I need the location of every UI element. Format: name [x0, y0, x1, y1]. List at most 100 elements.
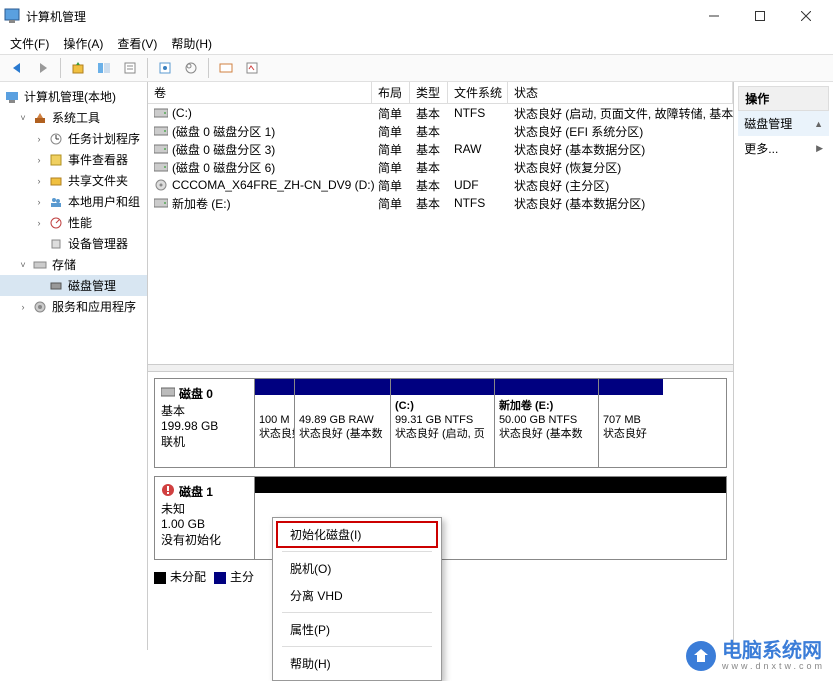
ctx-detach-vhd[interactable]: 分离 VHD — [276, 582, 438, 609]
tree-storage-label: 存储 — [52, 256, 76, 273]
volume-row[interactable]: CCCOMA_X64FRE_ZH-CN_DV9 (D:)简单基本UDF状态良好 … — [148, 176, 733, 194]
menu-help[interactable]: 帮助(H) — [169, 34, 214, 53]
volume-row[interactable]: (磁盘 0 磁盘分区 1)简单基本状态良好 (EFI 系统分区) — [148, 122, 733, 140]
volume-row[interactable]: (磁盘 0 磁盘分区 3)简单基本RAW状态良好 (基本数据分区) — [148, 140, 733, 158]
up-button[interactable] — [67, 57, 89, 79]
volume-fs: NTFS — [454, 106, 514, 120]
volume-row[interactable]: (C:)简单基本NTFS状态良好 (启动, 页面文件, 故障转储, 基本 — [148, 104, 733, 122]
disk-0-state: 联机 — [161, 433, 248, 450]
actions-pane: 操作 磁盘管理▲ 更多...▶ — [734, 82, 833, 650]
expand-icon[interactable]: › — [34, 218, 44, 228]
help-button[interactable] — [180, 57, 202, 79]
close-button[interactable] — [783, 1, 829, 31]
expand-icon[interactable]: › — [34, 134, 44, 144]
maximize-button[interactable] — [737, 1, 783, 31]
ctx-help[interactable]: 帮助(H) — [276, 650, 438, 677]
ctx-properties[interactable]: 属性(P) — [276, 616, 438, 643]
menu-view[interactable]: 查看(V) — [115, 34, 159, 53]
tree-diskmgmt[interactable]: 磁盘管理 — [0, 275, 147, 296]
partition-status: 状态良好 (基本数 — [499, 427, 594, 441]
collapse-icon: ▲ — [814, 119, 823, 129]
menu-action[interactable]: 操作(A) — [61, 34, 105, 53]
menubar: 文件(F) 操作(A) 查看(V) 帮助(H) — [0, 32, 833, 54]
expand-icon[interactable]: › — [34, 176, 44, 186]
col-status[interactable]: 状态 — [508, 82, 733, 103]
ctx-initialize-disk[interactable]: 初始化磁盘(I) — [276, 521, 438, 548]
drive-icon — [154, 107, 168, 119]
tree-devmgr[interactable]: 设备管理器 — [0, 233, 147, 254]
tree-services[interactable]: ›服务和应用程序 — [0, 296, 147, 317]
volume-status: 状态良好 (恢复分区) — [514, 159, 733, 176]
drive-icon — [154, 197, 168, 209]
col-fs[interactable]: 文件系统 — [448, 82, 508, 103]
volume-name: (磁盘 0 磁盘分区 1) — [172, 123, 378, 140]
tree-systools[interactable]: ˅ 系统工具 — [0, 107, 147, 128]
volume-row[interactable]: (磁盘 0 磁盘分区 6)简单基本状态良好 (恢复分区) — [148, 158, 733, 176]
show-hide-tree-button[interactable] — [93, 57, 115, 79]
minimize-button[interactable] — [691, 1, 737, 31]
partition-header — [295, 379, 390, 395]
expand-icon[interactable]: › — [18, 302, 28, 312]
tree-events[interactable]: ›事件查看器 — [0, 149, 147, 170]
forward-button[interactable] — [32, 57, 54, 79]
expand-icon[interactable]: › — [34, 197, 44, 207]
partition-header — [495, 379, 598, 395]
volume-header: 卷 布局 类型 文件系统 状态 — [148, 82, 733, 104]
partition[interactable]: 新加卷 (E:)50.00 GB NTFS状态良好 (基本数 — [495, 379, 599, 467]
disk-1-info: 磁盘 1 未知 1.00 GB 没有初始化 — [155, 477, 255, 559]
watermark-text: 电脑系统网 — [722, 641, 825, 661]
disk-icon — [161, 386, 175, 401]
disk-0-title: 磁盘 0 — [179, 385, 213, 402]
chevron-right-icon: ▶ — [816, 143, 823, 154]
menu-file[interactable]: 文件(F) — [8, 34, 51, 53]
volume-list[interactable]: (C:)简单基本NTFS状态良好 (启动, 页面文件, 故障转储, 基本(磁盘 … — [148, 104, 733, 364]
drive-icon — [154, 161, 168, 173]
partition[interactable]: (C:)99.31 GB NTFS状态良好 (启动, 页 — [391, 379, 495, 467]
partition-size: 707 MB — [603, 413, 659, 427]
tree-tasks-label: 任务计划程序 — [68, 130, 140, 147]
tree-systools-label: 系统工具 — [52, 109, 100, 126]
tree-tasks[interactable]: › 任务计划程序 — [0, 128, 147, 149]
col-layout[interactable]: 布局 — [372, 82, 410, 103]
expand-icon[interactable]: ˅ — [18, 113, 28, 123]
volume-row[interactable]: 新加卷 (E:)简单基本NTFS状态良好 (基本数据分区) — [148, 194, 733, 212]
drive-icon — [154, 125, 168, 137]
separator — [147, 58, 148, 78]
view-detail-button[interactable] — [241, 57, 263, 79]
partition-label: 新加卷 (E:) — [499, 399, 594, 413]
partition[interactable]: 707 MB状态良好 — [599, 379, 663, 467]
properties-button[interactable] — [119, 57, 141, 79]
separator — [208, 58, 209, 78]
separator — [60, 58, 61, 78]
action-diskmgmt[interactable]: 磁盘管理▲ — [738, 111, 829, 136]
volume-layout: 简单 — [378, 141, 416, 158]
storage-icon — [32, 257, 48, 273]
action-more[interactable]: 更多...▶ — [738, 136, 829, 161]
tree-users[interactable]: ›本地用户和组 — [0, 191, 147, 212]
partition-status: 状态良好 (启动, 页 — [395, 427, 490, 441]
volume-status: 状态良好 (基本数据分区) — [514, 141, 733, 158]
disk-0-row[interactable]: 磁盘 0 基本 199.98 GB 联机 100 M状态良好 49.89 GB … — [154, 378, 727, 468]
volume-type: 基本 — [416, 159, 454, 176]
legend-primary: 主分 — [230, 570, 254, 584]
clock-icon — [48, 131, 64, 147]
col-type[interactable]: 类型 — [410, 82, 448, 103]
partition[interactable]: 100 M状态良好 — [255, 379, 295, 467]
tree-root[interactable]: 计算机管理(本地) — [0, 86, 147, 107]
tree-perf[interactable]: ›性能 — [0, 212, 147, 233]
volume-name: (C:) — [172, 106, 378, 120]
col-volume[interactable]: 卷 — [148, 82, 372, 103]
ctx-offline[interactable]: 脱机(O) — [276, 555, 438, 582]
back-button[interactable] — [6, 57, 28, 79]
view-list-button[interactable] — [215, 57, 237, 79]
volume-type: 基本 — [416, 123, 454, 140]
actions-header: 操作 — [738, 86, 829, 111]
tree-storage[interactable]: ˅ 存储 — [0, 254, 147, 275]
tree-shared[interactable]: ›共享文件夹 — [0, 170, 147, 191]
refresh-button[interactable] — [154, 57, 176, 79]
expand-icon[interactable]: ˅ — [18, 260, 28, 270]
partition[interactable]: 49.89 GB RAW状态良好 (基本数 — [295, 379, 391, 467]
splitter[interactable] — [148, 364, 733, 372]
folder-icon — [48, 173, 64, 189]
expand-icon[interactable]: › — [34, 155, 44, 165]
